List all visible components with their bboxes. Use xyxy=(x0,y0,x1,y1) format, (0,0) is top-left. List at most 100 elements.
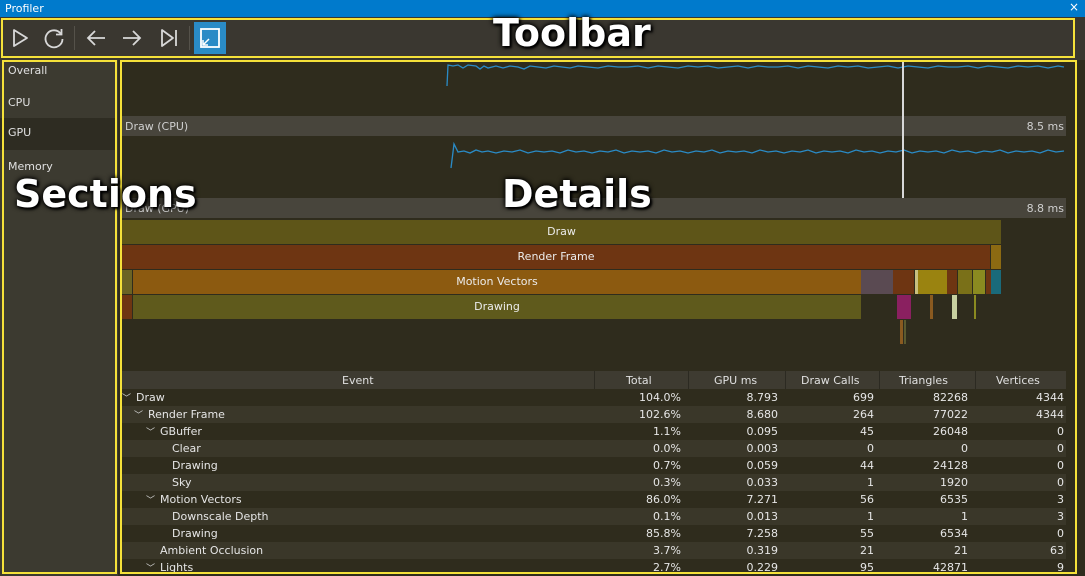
gpu-ms-cell: 0.013 xyxy=(746,510,779,523)
play-button[interactable] xyxy=(4,22,36,54)
timeline-event[interactable] xyxy=(893,270,914,294)
draw-calls-cell: 264 xyxy=(853,408,874,421)
triangles-cell: 26048 xyxy=(933,425,968,438)
details-panel: Draw (CPU) 8.5 ms Draw (GPU) 8.8 ms Draw… xyxy=(118,60,1085,576)
column-header-total[interactable]: Total xyxy=(626,374,652,387)
timeline-event[interactable] xyxy=(991,245,1001,269)
timeline-event-render-frame[interactable]: Render Frame xyxy=(122,245,990,269)
triangles-cell: 42871 xyxy=(933,561,968,574)
total-cell: 2.7% xyxy=(653,561,681,574)
arrow-right-icon xyxy=(123,30,142,46)
refresh-icon xyxy=(44,29,64,49)
previous-frame-button[interactable] xyxy=(80,22,112,54)
table-row[interactable]: ﹀ Render Frame 102.6% 8.680 264 77022 43… xyxy=(122,406,1066,423)
total-cell: 104.0% xyxy=(639,391,681,404)
chevron-down-icon[interactable]: ﹀ xyxy=(122,391,131,404)
details-annotation: Details xyxy=(502,172,652,216)
table-row[interactable]: ﹀ Motion Vectors 86.0% 7.271 56 6535 3 xyxy=(122,491,1066,508)
event-name: Render Frame xyxy=(148,408,225,421)
chevron-down-icon[interactable]: ﹀ xyxy=(146,561,155,574)
timeline-event[interactable] xyxy=(122,270,132,294)
gpu-ms-cell: 0.319 xyxy=(746,544,779,557)
gpu-ms-cell: 7.271 xyxy=(746,493,779,506)
timeline-event-drawing[interactable]: Drawing xyxy=(133,295,861,319)
column-header-vertices[interactable]: Vertices xyxy=(996,374,1040,387)
timeline-event-draw[interactable]: Draw xyxy=(122,220,1001,244)
gpu-ms-cell: 0.229 xyxy=(746,561,779,574)
gpu-ms-cell: 8.680 xyxy=(746,408,779,421)
refresh-button[interactable] xyxy=(38,22,70,54)
table-row[interactable]: Clear 0.0% 0.003 0 0 0 xyxy=(122,440,1066,457)
detach-button[interactable] xyxy=(194,22,226,54)
table-row[interactable]: Drawing 0.7% 0.059 44 24128 0 xyxy=(122,457,1066,474)
column-header-gpu-ms[interactable]: GPU ms xyxy=(714,374,757,387)
draw-calls-cell: 0 xyxy=(867,442,874,455)
section-item-gpu[interactable]: GPU xyxy=(0,118,116,150)
detach-icon xyxy=(200,28,220,48)
table-row[interactable]: Drawing 85.8% 7.258 55 6534 0 xyxy=(122,525,1066,542)
event-name: Ambient Occlusion xyxy=(160,544,264,557)
table-row[interactable]: ﹀ GBuffer 1.1% 0.095 45 26048 0 xyxy=(122,423,1066,440)
timeline-event-motion-vectors[interactable]: Motion Vectors xyxy=(133,270,861,294)
sections-panel: Overall CPU GPU Memory xyxy=(0,60,118,576)
next-frame-button[interactable] xyxy=(116,22,148,54)
draw-calls-cell: 56 xyxy=(860,493,874,506)
timeline-event[interactable] xyxy=(897,295,911,319)
chevron-down-icon[interactable]: ﹀ xyxy=(146,493,155,506)
table-row[interactable]: Downscale Depth 0.1% 0.013 1 1 3 xyxy=(122,508,1066,525)
triangles-cell: 6535 xyxy=(940,493,968,506)
draw-calls-cell: 44 xyxy=(860,459,874,472)
timeline-event[interactable] xyxy=(973,270,985,294)
timeline-event[interactable] xyxy=(900,320,903,344)
event-name: GBuffer xyxy=(160,425,202,438)
cpu-graph-value: 8.5 ms xyxy=(1026,120,1064,133)
timeline-event[interactable] xyxy=(918,270,947,294)
sections-annotation: Sections xyxy=(14,172,197,216)
chevron-down-icon[interactable]: ﹀ xyxy=(146,425,155,438)
vertices-cell: 9 xyxy=(1057,561,1064,574)
frame-marker[interactable] xyxy=(902,60,904,198)
column-header-triangles[interactable]: Triangles xyxy=(899,374,948,387)
triangles-cell: 77022 xyxy=(933,408,968,421)
cpu-graph[interactable] xyxy=(118,60,1068,116)
timeline-event[interactable] xyxy=(930,295,933,319)
timeline-event[interactable] xyxy=(952,295,957,319)
total-cell: 0.3% xyxy=(653,476,681,489)
draw-calls-cell: 1 xyxy=(867,510,874,523)
timeline-event[interactable] xyxy=(991,270,1001,294)
triangles-cell: 6534 xyxy=(940,527,968,540)
window-title: Profiler xyxy=(5,2,44,15)
last-frame-button[interactable] xyxy=(153,22,185,54)
timeline-event[interactable] xyxy=(122,295,132,319)
vertices-cell: 0 xyxy=(1057,442,1064,455)
cpu-graph-bar: Draw (CPU) 8.5 ms xyxy=(122,116,1066,136)
close-icon[interactable]: × xyxy=(1067,0,1081,14)
triangles-cell: 21 xyxy=(954,544,968,557)
vertices-cell: 0 xyxy=(1057,476,1064,489)
cpu-graph-line xyxy=(446,64,1065,87)
draw-calls-cell: 45 xyxy=(860,425,874,438)
total-cell: 3.7% xyxy=(653,544,681,557)
chevron-down-icon[interactable]: ﹀ xyxy=(134,408,143,421)
column-header-event[interactable]: Event xyxy=(342,374,374,387)
section-item-overall[interactable]: Overall xyxy=(0,60,116,92)
timeline-event[interactable] xyxy=(958,270,972,294)
triangles-cell: 1920 xyxy=(940,476,968,489)
event-name: Clear xyxy=(172,442,201,455)
column-header-draw-calls[interactable]: Draw Calls xyxy=(801,374,860,387)
draw-calls-cell: 1 xyxy=(867,476,874,489)
vertices-cell: 0 xyxy=(1057,527,1064,540)
timeline-event[interactable] xyxy=(904,320,906,344)
timeline-event[interactable] xyxy=(861,270,893,294)
timeline-event[interactable] xyxy=(974,295,976,319)
table-row[interactable]: ﹀ Lights 2.7% 0.229 95 42871 9 xyxy=(122,559,1066,576)
table-row[interactable]: Sky 0.3% 0.033 1 1920 0 xyxy=(122,474,1066,491)
timeline-event[interactable] xyxy=(947,270,957,294)
total-cell: 0.0% xyxy=(653,442,681,455)
gpu-ms-cell: 7.258 xyxy=(746,527,779,540)
triangles-cell: 24128 xyxy=(933,459,968,472)
total-cell: 102.6% xyxy=(639,408,681,421)
gpu-ms-cell: 0.033 xyxy=(746,476,779,489)
table-row[interactable]: ﹀ Draw 104.0% 8.793 699 82268 4344 xyxy=(122,389,1066,406)
table-row[interactable]: Ambient Occlusion 3.7% 0.319 21 21 63 xyxy=(122,542,1066,559)
